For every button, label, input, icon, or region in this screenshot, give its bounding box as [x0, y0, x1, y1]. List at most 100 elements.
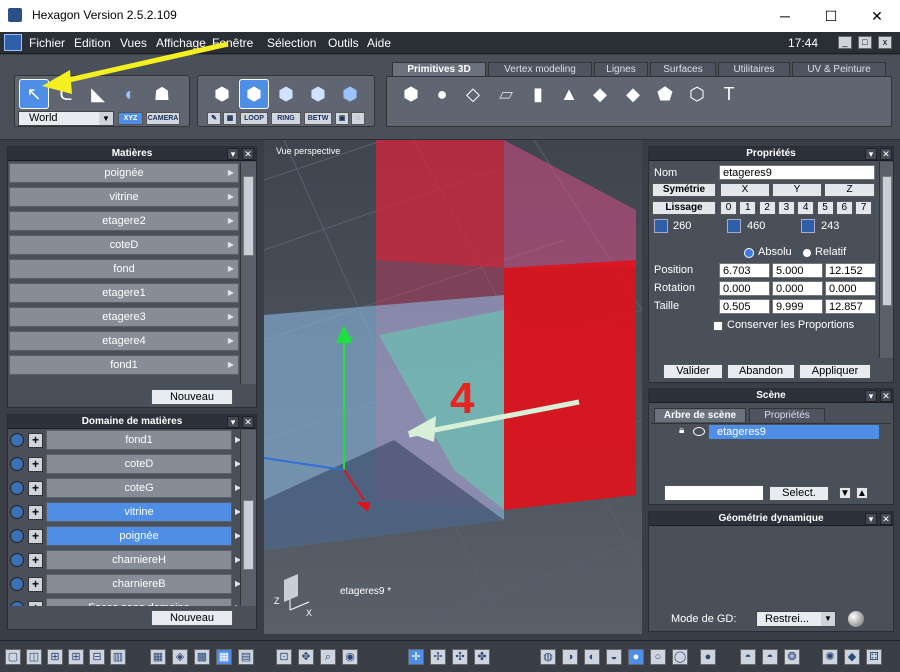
scene-search-input[interactable] — [664, 485, 764, 501]
lissage-level-5[interactable]: 5 — [816, 201, 834, 215]
layout-1-icon[interactable]: ▢ — [5, 649, 21, 665]
chevron-down-icon[interactable]: ▼ — [821, 612, 835, 626]
pan-icon[interactable]: ✥ — [298, 649, 314, 665]
select-button[interactable]: Select. — [769, 486, 829, 501]
grid-icon[interactable]: ▦ — [150, 649, 166, 665]
transform-label: Taille — [654, 300, 680, 312]
vertices-count: 243 — [821, 220, 840, 232]
nom-label: Nom — [654, 167, 678, 179]
absolu-label: Absolu — [758, 246, 792, 258]
dynamic-geometry-panel: Géométrie dynamique ▾ ✕ Mode de GD: Rest… — [648, 511, 894, 632]
lissage-button[interactable]: Lissage — [652, 201, 716, 215]
render-mode-1-icon[interactable]: ◍ — [540, 649, 556, 665]
transform-field-x[interactable]: 0.000 — [719, 281, 770, 296]
lissage-level-4[interactable]: 4 — [797, 201, 815, 215]
zoom-fit-icon[interactable]: ⊡ — [276, 649, 292, 665]
transform-field-z[interactable]: 12.152 — [825, 263, 876, 278]
lissage-level-6[interactable]: 6 — [835, 201, 853, 215]
lissage-level-2[interactable]: 2 — [758, 201, 776, 215]
zoom-icon[interactable]: ⌕ — [320, 649, 336, 665]
faces-count: 260 — [673, 220, 692, 232]
dyn-mode-label: Mode de GD: — [671, 613, 737, 625]
transform-field-z[interactable]: 12.857 — [825, 299, 876, 314]
scrollbar-thumb[interactable] — [882, 176, 892, 306]
dyn-title: Géométrie dynamique — [649, 512, 893, 526]
universal-gizmo-icon[interactable]: ✤ — [474, 649, 490, 665]
render-mode-7-icon[interactable]: ◯ — [672, 649, 688, 665]
symetrie-z[interactable]: Z — [824, 183, 875, 197]
relatif-radio[interactable] — [802, 248, 812, 258]
nom-field[interactable]: etageres9 — [719, 165, 875, 180]
absolu-radio[interactable] — [744, 248, 754, 258]
panel-close-icon[interactable]: ✕ — [880, 513, 892, 525]
transform-field-z[interactable]: 0.000 — [825, 281, 876, 296]
transform-label: Position — [654, 264, 694, 276]
symetrie-button[interactable]: Symétrie — [652, 183, 716, 197]
transform-field-y[interactable]: 5.000 — [772, 263, 823, 278]
panel-close-icon[interactable]: ✕ — [880, 390, 892, 402]
vertices-count-icon — [801, 219, 815, 233]
render-mode-6-icon[interactable]: ○ — [650, 649, 666, 665]
panel-menu-icon[interactable]: ▾ — [865, 148, 877, 160]
layout-4-icon[interactable]: ⊞ — [68, 649, 84, 665]
move-gizmo-icon[interactable]: ✛ — [408, 649, 424, 665]
properties-scrollbar[interactable] — [879, 162, 893, 358]
dice-icon[interactable]: ⚃ — [866, 649, 882, 665]
faces-count-icon — [654, 219, 668, 233]
snap-icon[interactable]: ◈ — [172, 649, 188, 665]
transform-field-y[interactable]: 0.000 — [772, 281, 823, 296]
layout-3-icon[interactable]: ⊞ — [47, 649, 63, 665]
light-3-icon[interactable]: ❂ — [784, 649, 800, 665]
properties-panel: Propriétés ▾ ✕ Nom etageres9 Symétrie X … — [648, 146, 894, 383]
sphere-preview-icon[interactable] — [848, 611, 864, 627]
lock-icon[interactable]: 🔒︎ — [679, 426, 689, 436]
panel-close-icon[interactable]: ✕ — [880, 148, 892, 160]
light-1-icon[interactable]: ◓ — [740, 649, 756, 665]
scene-item[interactable]: etageres9 — [709, 425, 879, 439]
transform-field-x[interactable]: 0.505 — [719, 299, 770, 314]
scroll-up-icon[interactable]: ▲ — [856, 487, 868, 499]
lissage-level-0[interactable]: 0 — [720, 201, 737, 215]
transform-field-x[interactable]: 6.703 — [719, 263, 770, 278]
scene-title: Scène — [649, 389, 893, 403]
light-2-icon[interactable]: ◓ — [762, 649, 778, 665]
layout-2-icon[interactable]: ◫ — [26, 649, 42, 665]
rotate-gizmo-icon[interactable]: ✢ — [430, 649, 446, 665]
grid-active-icon[interactable]: ▦ — [216, 649, 232, 665]
symetrie-y[interactable]: Y — [772, 183, 822, 197]
sphere-env-icon[interactable]: ✺ — [822, 649, 838, 665]
color-grid-icon[interactable]: ▩ — [194, 649, 210, 665]
lissage-level-3[interactable]: 3 — [777, 201, 795, 215]
relatif-label: Relatif — [815, 246, 847, 258]
tab-scene-proprietes[interactable]: Propriétés — [749, 408, 825, 422]
keep-proportions-label: Conserver les Proportions — [727, 319, 855, 331]
eye-view-icon[interactable]: ◉ — [342, 649, 358, 665]
edges-count: 460 — [747, 220, 766, 232]
edges-count-icon — [727, 219, 741, 233]
abandon-button[interactable]: Abandon — [727, 364, 795, 379]
eye-icon[interactable] — [693, 427, 705, 436]
keep-proportions-checkbox[interactable] — [713, 321, 723, 331]
render-mode-active-icon[interactable]: ● — [628, 649, 644, 665]
render-mode-2-icon[interactable]: ◑ — [562, 649, 578, 665]
render-mode-3-icon[interactable]: ◐ — [584, 649, 600, 665]
transform-field-y[interactable]: 9.999 — [772, 299, 823, 314]
scene-panel: Scène ▾ ✕ Arbre de scène Propriétés 🔒︎ e… — [648, 388, 894, 505]
scale-gizmo-icon[interactable]: ✣ — [452, 649, 468, 665]
lissage-level-1[interactable]: 1 — [739, 201, 757, 215]
tab-arbre-de-scene[interactable]: Arbre de scène — [654, 408, 746, 422]
transform-label: Rotation — [654, 282, 695, 294]
layout-5-icon[interactable]: ⊟ — [89, 649, 105, 665]
appliquer-button[interactable]: Appliquer — [799, 364, 871, 379]
layout-6-icon[interactable]: ▥ — [110, 649, 126, 665]
panel-menu-icon[interactable]: ▾ — [865, 390, 877, 402]
grid-green-icon[interactable]: ▤ — [238, 649, 254, 665]
render-mode-8-icon[interactable]: ● — [700, 649, 716, 665]
panel-menu-icon[interactable]: ▾ — [865, 513, 877, 525]
render-mode-4-icon[interactable]: ◒ — [606, 649, 622, 665]
symetrie-x[interactable]: X — [720, 183, 770, 197]
scroll-down-icon[interactable]: ▼ — [839, 487, 851, 499]
valider-button[interactable]: Valider — [663, 364, 723, 379]
lissage-level-7[interactable]: 7 — [855, 201, 873, 215]
eraser-icon[interactable]: ◆ — [844, 649, 860, 665]
